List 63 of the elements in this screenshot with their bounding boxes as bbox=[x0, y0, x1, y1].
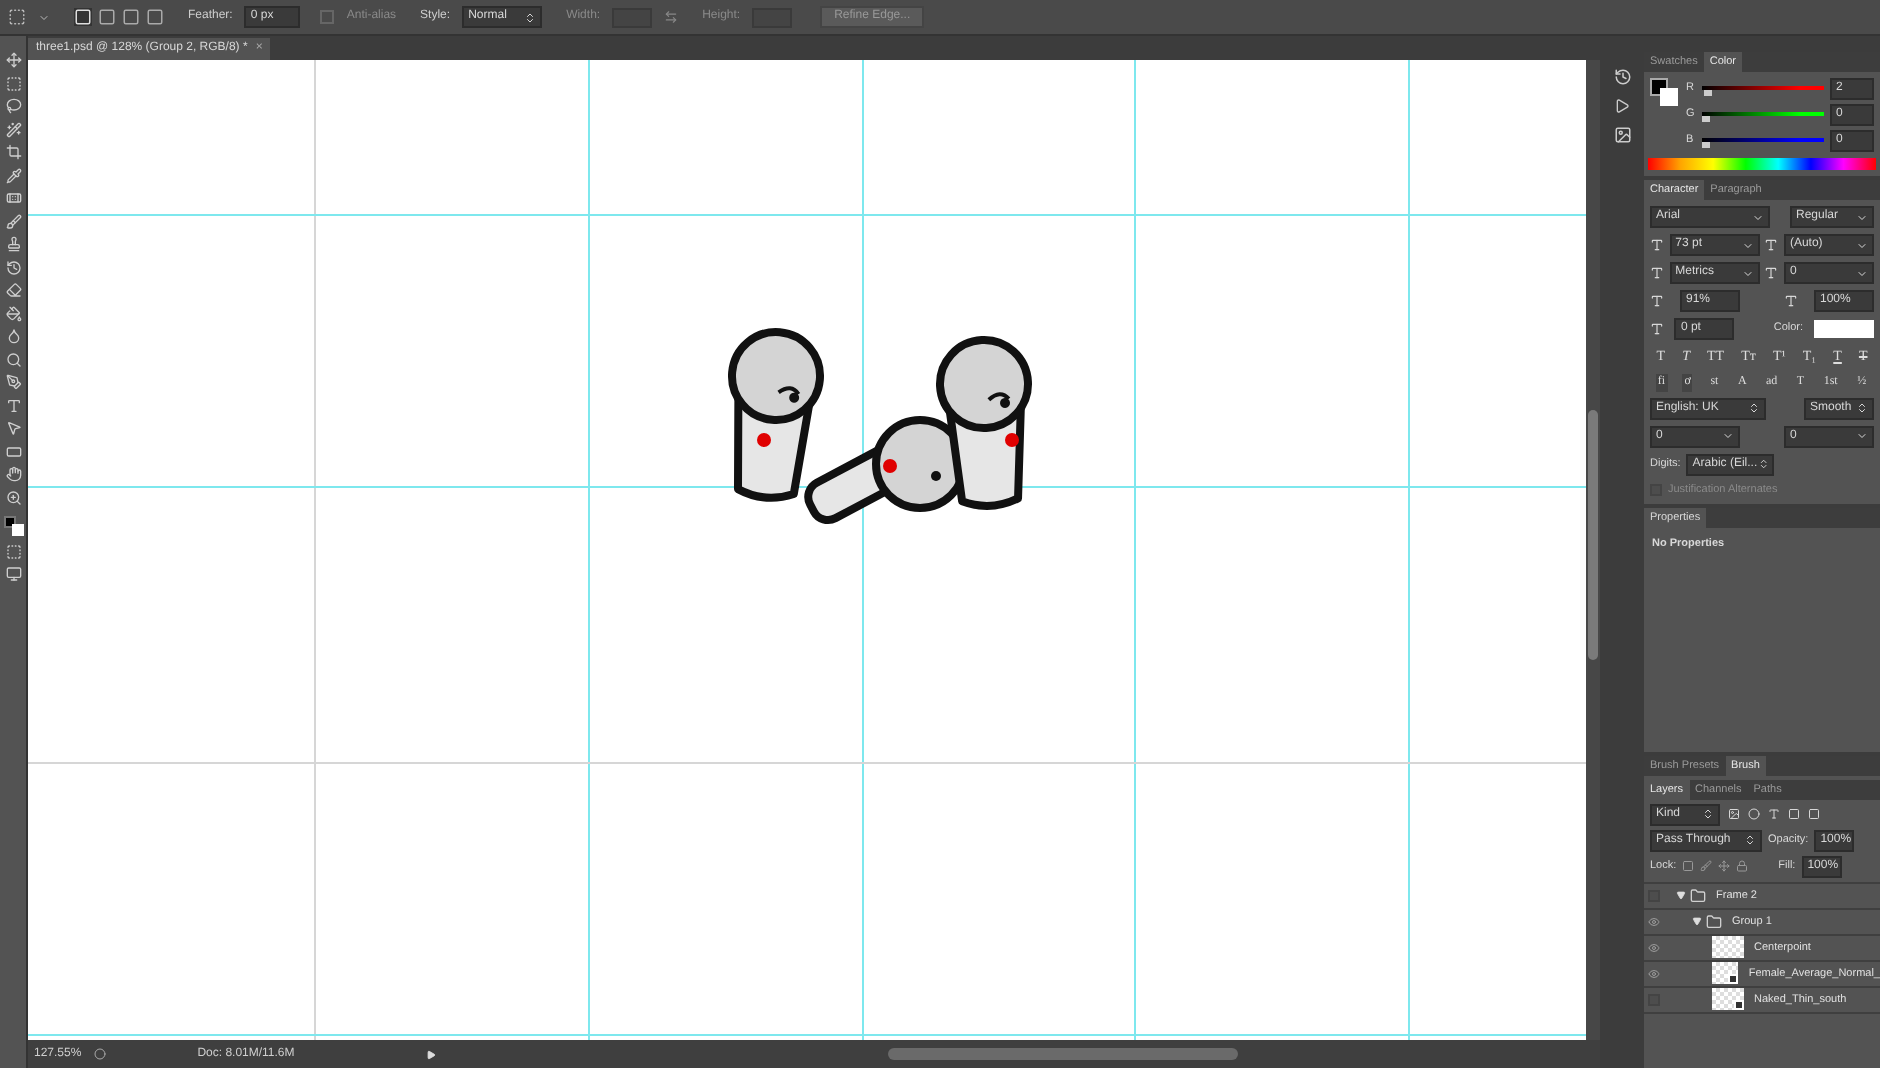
screen-mode-icon[interactable] bbox=[5, 566, 21, 582]
type-tool-icon[interactable] bbox=[5, 397, 21, 413]
eraser-tool-icon[interactable] bbox=[5, 282, 21, 298]
vertical-scrollbar[interactable] bbox=[1586, 60, 1600, 1040]
brush-tool-icon[interactable] bbox=[5, 213, 21, 229]
search-tool-icon[interactable] bbox=[5, 351, 21, 367]
folder-icon bbox=[1706, 913, 1722, 930]
actions-icon[interactable] bbox=[1614, 98, 1630, 114]
type-filter-icon[interactable] bbox=[1768, 808, 1780, 821]
marquee-tool-icon[interactable] bbox=[5, 75, 21, 91]
droplet-tool-icon[interactable] bbox=[5, 328, 21, 344]
eye-icon[interactable] bbox=[1648, 915, 1660, 928]
foreground-background-swatch[interactable] bbox=[1650, 78, 1678, 106]
eye-icon[interactable] bbox=[1648, 941, 1660, 954]
folder-icon bbox=[1690, 887, 1706, 904]
color-swatches[interactable] bbox=[3, 516, 23, 536]
slider-thumb[interactable] bbox=[1703, 89, 1712, 95]
subtract-selection-icon[interactable] bbox=[122, 8, 140, 26]
slider-thumb[interactable] bbox=[1702, 141, 1710, 147]
adjustment-filter-icon[interactable] bbox=[1748, 808, 1760, 821]
pixel-filter-icon[interactable] bbox=[1728, 808, 1740, 821]
anti-alias-checkbox[interactable] bbox=[320, 10, 335, 24]
lock-all-icon[interactable] bbox=[1736, 860, 1749, 873]
shape-filter-icon[interactable] bbox=[1788, 808, 1800, 821]
disclosure-triangle-icon[interactable] bbox=[1676, 890, 1686, 901]
text-color-swatch[interactable] bbox=[1813, 320, 1874, 338]
eye-icon[interactable] bbox=[1648, 967, 1660, 980]
color-slider[interactable] bbox=[1702, 111, 1824, 119]
scrollbar-thumb[interactable] bbox=[1588, 410, 1598, 660]
image-icon[interactable] bbox=[1613, 126, 1631, 144]
color-spectrum-bar[interactable] bbox=[1648, 158, 1876, 170]
color-slider[interactable] bbox=[1702, 137, 1824, 145]
history-icon[interactable] bbox=[1613, 68, 1631, 86]
disclosure-triangle-icon[interactable] bbox=[1692, 916, 1702, 927]
bandage-tool-icon[interactable] bbox=[5, 190, 21, 206]
horizontal-scrollbar[interactable] bbox=[888, 1048, 1239, 1060]
zoom-tool-icon[interactable] bbox=[5, 489, 21, 505]
pointer-tool-icon[interactable] bbox=[5, 420, 21, 436]
move-tool-icon[interactable] bbox=[5, 52, 21, 68]
bucket-tool-icon[interactable] bbox=[5, 305, 21, 321]
hand-tool-icon[interactable] bbox=[5, 466, 21, 482]
play-icon[interactable] bbox=[426, 1049, 437, 1059]
intersect-selection-icon[interactable] bbox=[146, 8, 164, 26]
lasso-tool-icon[interactable] bbox=[5, 98, 21, 114]
color-slider[interactable] bbox=[1702, 85, 1824, 93]
marquee-tool-icon[interactable] bbox=[8, 8, 26, 26]
wand-tool-icon[interactable] bbox=[5, 121, 21, 137]
lock-pixels-icon[interactable] bbox=[1682, 860, 1695, 873]
slider-thumb[interactable] bbox=[1702, 115, 1710, 121]
smart-object-icon bbox=[1734, 1000, 1744, 1011]
layer-thumbnail bbox=[1712, 936, 1744, 959]
history-tool-icon[interactable] bbox=[5, 259, 21, 275]
lock-position-icon[interactable] bbox=[1718, 860, 1731, 873]
rectangle-tool-icon[interactable] bbox=[5, 443, 21, 459]
smart-object-icon bbox=[1728, 974, 1739, 985]
eyedropper-tool-icon[interactable] bbox=[5, 167, 21, 183]
new-selection-icon[interactable] bbox=[74, 8, 92, 26]
dropdown-arrow-icon bbox=[1757, 458, 1769, 470]
add-selection-icon[interactable] bbox=[98, 8, 116, 26]
crop-tool-icon[interactable] bbox=[5, 144, 21, 160]
stamp-tool-icon[interactable] bbox=[5, 236, 21, 252]
quick-mask-icon[interactable] bbox=[5, 543, 21, 559]
pen-tool-icon[interactable] bbox=[5, 374, 21, 390]
